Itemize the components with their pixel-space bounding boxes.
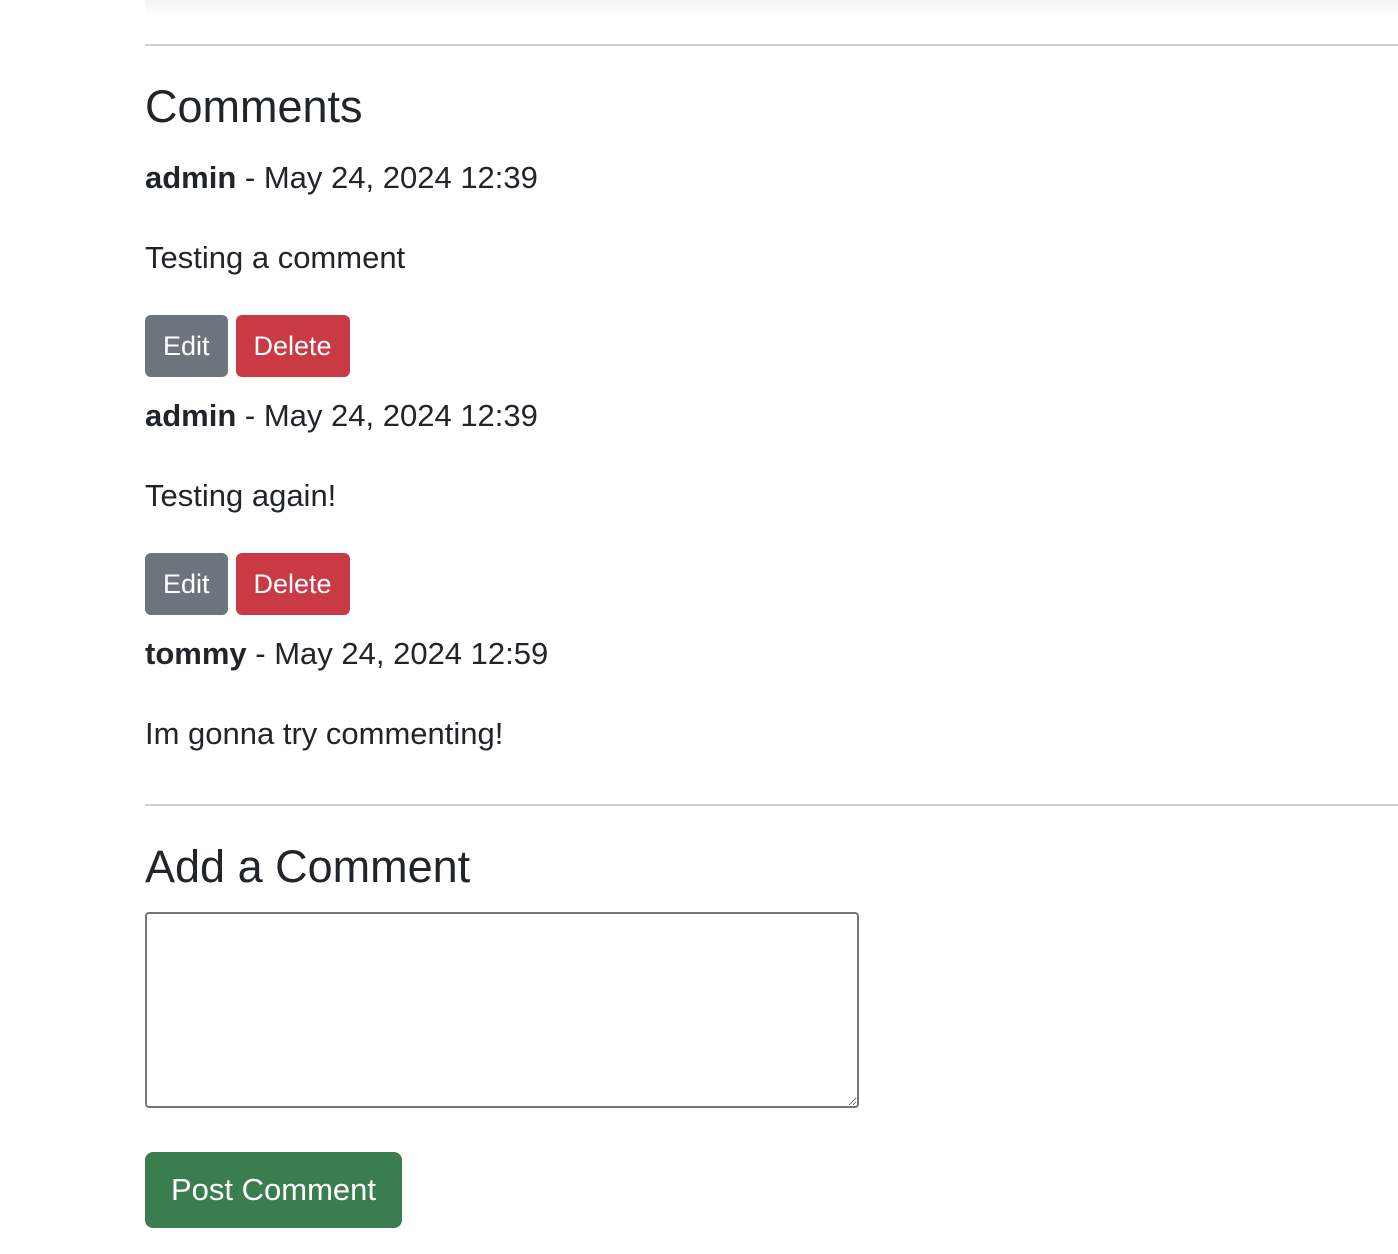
comment-author: admin: [145, 398, 237, 433]
meta-separator: -: [236, 398, 264, 433]
comment-meta: tommy - May 24, 2024 12:59: [145, 632, 1145, 676]
comments-heading: Comments: [145, 81, 363, 132]
comment-timestamp: May 24, 2024 12:59: [274, 636, 549, 671]
comment-author: tommy: [145, 636, 247, 671]
comment-text: Testing a comment: [145, 240, 406, 275]
comment-text: Im gonna try commenting!: [145, 716, 504, 751]
comment-textarea[interactable]: [145, 912, 859, 1108]
comment-timestamp: May 24, 2024 12:39: [263, 160, 538, 195]
comment-actions: Edit Delete: [145, 315, 1145, 377]
add-comment-heading: Add a Comment: [145, 841, 471, 892]
meta-separator: -: [246, 636, 275, 671]
delete-comment-button[interactable]: Delete: [235, 315, 350, 377]
comment-item: admin - May 24, 2024 12:39 Testing again…: [145, 394, 1145, 615]
comment-item: tommy - May 24, 2024 12:59 Im gonna try …: [145, 632, 1145, 756]
divider-top: [145, 44, 1398, 46]
comment-text: Testing again!: [145, 478, 337, 513]
comment-timestamp: May 24, 2024 12:39: [263, 398, 538, 433]
post-comment-button[interactable]: Post Comment: [145, 1152, 403, 1228]
delete-comment-button[interactable]: Delete: [235, 553, 350, 615]
comment-meta: admin - May 24, 2024 12:39: [145, 156, 1145, 200]
divider-bottom: [145, 804, 1398, 806]
meta-separator: -: [236, 160, 264, 195]
edit-comment-button[interactable]: Edit: [145, 315, 228, 377]
comment-author: admin: [145, 160, 237, 195]
comment-item: admin - May 24, 2024 12:39 Testing a com…: [145, 156, 1145, 377]
comment-actions: Edit Delete: [145, 553, 1145, 615]
comment-meta: admin - May 24, 2024 12:39: [145, 394, 1145, 438]
edit-comment-button[interactable]: Edit: [145, 553, 228, 615]
top-card-shadow: [145, 0, 1398, 18]
